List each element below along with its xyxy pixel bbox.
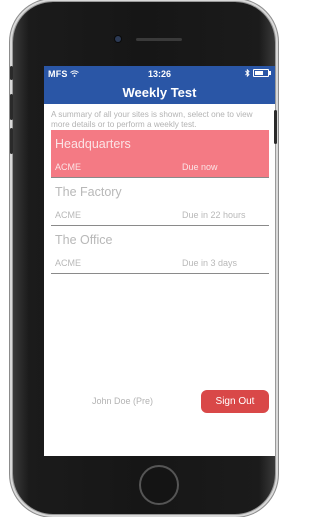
- site-name: The Factory: [55, 185, 122, 199]
- sign-out-button[interactable]: Sign Out: [201, 390, 269, 413]
- home-button[interactable]: [139, 465, 179, 505]
- site-item-the-factory[interactable]: The Factory ACME Due in 22 hours: [51, 178, 269, 226]
- site-name: Headquarters: [55, 137, 131, 151]
- page-title: Weekly Test: [44, 82, 275, 104]
- footer-bar: John Doe (Pre) Sign Out: [44, 390, 275, 414]
- status-bar: MFS 13:26: [44, 66, 275, 82]
- power-button: [274, 110, 277, 144]
- instructions-text: A summary of all your sites is shown, se…: [51, 110, 253, 129]
- clock: 13:26: [147, 69, 172, 79]
- front-camera: [115, 36, 121, 42]
- bluetooth-icon: [245, 69, 250, 77]
- site-item-headquarters[interactable]: Headquarters ACME Due now: [51, 130, 269, 178]
- site-organization: ACME: [55, 258, 82, 268]
- site-due-status: Due in 3 days: [182, 258, 238, 268]
- site-organization: ACME: [55, 210, 82, 220]
- site-list: Headquarters ACME Due now The Factory AC…: [51, 130, 269, 274]
- site-organization: ACME: [55, 162, 82, 172]
- site-item-the-office[interactable]: The Office ACME Due in 3 days: [51, 226, 269, 274]
- site-name: The Office: [55, 233, 113, 247]
- status-icons: [245, 69, 271, 77]
- volume-up-button: [10, 94, 13, 120]
- site-due-status: Due in 22 hours: [182, 210, 246, 220]
- volume-down-button: [10, 128, 13, 154]
- mute-switch: [10, 66, 13, 80]
- earpiece-speaker: [136, 38, 182, 41]
- battery-icon: [253, 69, 271, 77]
- phone-frame: MFS 13:26 Weekly Test A summary of all y…: [13, 2, 275, 514]
- app-screen: MFS 13:26 Weekly Test A summary of all y…: [44, 66, 275, 456]
- site-due-status: Due now: [182, 162, 218, 172]
- current-user-label: John Doe (Pre): [92, 396, 154, 406]
